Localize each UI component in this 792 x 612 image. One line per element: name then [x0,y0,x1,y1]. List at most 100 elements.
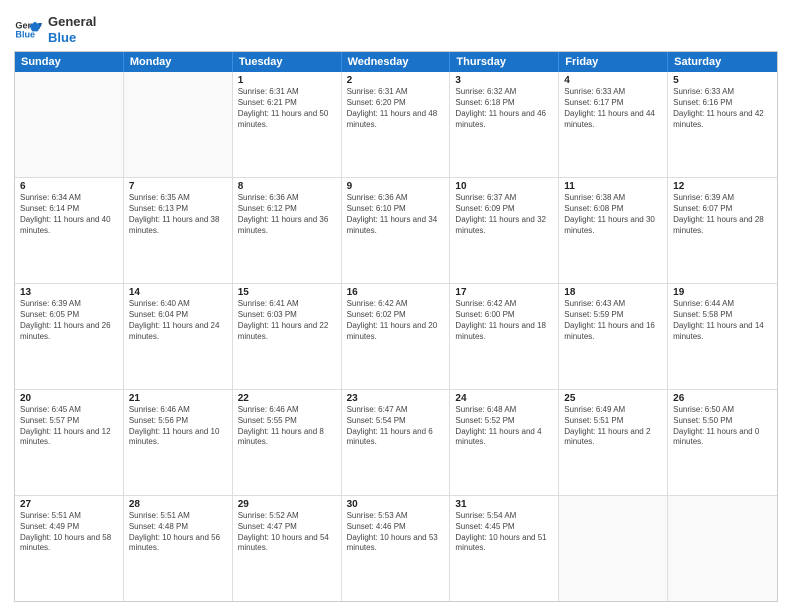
cell-info: Sunrise: 6:42 AM Sunset: 6:00 PM Dayligh… [455,299,553,342]
calendar-cell: 21Sunrise: 6:46 AM Sunset: 5:56 PM Dayli… [124,390,233,495]
cell-info: Sunrise: 5:52 AM Sunset: 4:47 PM Dayligh… [238,511,336,554]
calendar-header: SundayMondayTuesdayWednesdayThursdayFrid… [15,52,777,72]
calendar-cell: 18Sunrise: 6:43 AM Sunset: 5:59 PM Dayli… [559,284,668,389]
calendar-cell: 20Sunrise: 6:45 AM Sunset: 5:57 PM Dayli… [15,390,124,495]
cell-info: Sunrise: 5:51 AM Sunset: 4:48 PM Dayligh… [129,511,227,554]
calendar-cell: 10Sunrise: 6:37 AM Sunset: 6:09 PM Dayli… [450,178,559,283]
cell-info: Sunrise: 6:38 AM Sunset: 6:08 PM Dayligh… [564,193,662,236]
calendar-cell: 23Sunrise: 6:47 AM Sunset: 5:54 PM Dayli… [342,390,451,495]
day-number: 14 [129,287,227,298]
cell-info: Sunrise: 6:39 AM Sunset: 6:05 PM Dayligh… [20,299,118,342]
day-number: 9 [347,181,445,192]
logo-icon: General Blue [14,16,42,44]
day-number: 31 [455,499,553,510]
cell-info: Sunrise: 6:43 AM Sunset: 5:59 PM Dayligh… [564,299,662,342]
calendar-cell: 1Sunrise: 6:31 AM Sunset: 6:21 PM Daylig… [233,72,342,177]
cell-info: Sunrise: 6:36 AM Sunset: 6:12 PM Dayligh… [238,193,336,236]
calendar: SundayMondayTuesdayWednesdayThursdayFrid… [14,51,778,602]
day-number: 16 [347,287,445,298]
calendar-cell: 14Sunrise: 6:40 AM Sunset: 6:04 PM Dayli… [124,284,233,389]
day-number: 3 [455,75,553,86]
calendar-body: 1Sunrise: 6:31 AM Sunset: 6:21 PM Daylig… [15,72,777,601]
day-number: 11 [564,181,662,192]
calendar-cell: 31Sunrise: 5:54 AM Sunset: 4:45 PM Dayli… [450,496,559,601]
calendar-cell: 22Sunrise: 6:46 AM Sunset: 5:55 PM Dayli… [233,390,342,495]
header-day-tuesday: Tuesday [233,52,342,72]
day-number: 29 [238,499,336,510]
day-number: 7 [129,181,227,192]
cell-info: Sunrise: 6:48 AM Sunset: 5:52 PM Dayligh… [455,405,553,448]
cell-info: Sunrise: 6:36 AM Sunset: 6:10 PM Dayligh… [347,193,445,236]
day-number: 20 [20,393,118,404]
cell-info: Sunrise: 6:45 AM Sunset: 5:57 PM Dayligh… [20,405,118,448]
calendar-cell: 17Sunrise: 6:42 AM Sunset: 6:00 PM Dayli… [450,284,559,389]
cell-info: Sunrise: 6:34 AM Sunset: 6:14 PM Dayligh… [20,193,118,236]
day-number: 21 [129,393,227,404]
day-number: 18 [564,287,662,298]
calendar-cell: 27Sunrise: 5:51 AM Sunset: 4:49 PM Dayli… [15,496,124,601]
day-number: 2 [347,75,445,86]
cell-info: Sunrise: 6:50 AM Sunset: 5:50 PM Dayligh… [673,405,772,448]
logo: General Blue General Blue [14,14,96,45]
day-number: 25 [564,393,662,404]
calendar-cell: 13Sunrise: 6:39 AM Sunset: 6:05 PM Dayli… [15,284,124,389]
calendar-cell: 16Sunrise: 6:42 AM Sunset: 6:02 PM Dayli… [342,284,451,389]
header-day-friday: Friday [559,52,668,72]
header-day-monday: Monday [124,52,233,72]
calendar-cell: 4Sunrise: 6:33 AM Sunset: 6:17 PM Daylig… [559,72,668,177]
cell-info: Sunrise: 5:51 AM Sunset: 4:49 PM Dayligh… [20,511,118,554]
calendar-cell: 26Sunrise: 6:50 AM Sunset: 5:50 PM Dayli… [668,390,777,495]
day-number: 10 [455,181,553,192]
cell-info: Sunrise: 6:49 AM Sunset: 5:51 PM Dayligh… [564,405,662,448]
cell-info: Sunrise: 6:39 AM Sunset: 6:07 PM Dayligh… [673,193,772,236]
cell-info: Sunrise: 6:35 AM Sunset: 6:13 PM Dayligh… [129,193,227,236]
day-number: 27 [20,499,118,510]
header-day-sunday: Sunday [15,52,124,72]
calendar-cell: 9Sunrise: 6:36 AM Sunset: 6:10 PM Daylig… [342,178,451,283]
calendar-cell: 24Sunrise: 6:48 AM Sunset: 5:52 PM Dayli… [450,390,559,495]
calendar-cell: 12Sunrise: 6:39 AM Sunset: 6:07 PM Dayli… [668,178,777,283]
day-number: 4 [564,75,662,86]
calendar-cell: 7Sunrise: 6:35 AM Sunset: 6:13 PM Daylig… [124,178,233,283]
page-header: General Blue General Blue [14,10,778,45]
cell-info: Sunrise: 6:31 AM Sunset: 6:21 PM Dayligh… [238,87,336,130]
calendar-cell [15,72,124,177]
day-number: 13 [20,287,118,298]
calendar-row-5: 27Sunrise: 5:51 AM Sunset: 4:49 PM Dayli… [15,496,777,601]
calendar-cell: 29Sunrise: 5:52 AM Sunset: 4:47 PM Dayli… [233,496,342,601]
calendar-row-4: 20Sunrise: 6:45 AM Sunset: 5:57 PM Dayli… [15,390,777,496]
calendar-cell: 3Sunrise: 6:32 AM Sunset: 6:18 PM Daylig… [450,72,559,177]
calendar-cell: 25Sunrise: 6:49 AM Sunset: 5:51 PM Dayli… [559,390,668,495]
day-number: 1 [238,75,336,86]
day-number: 30 [347,499,445,510]
cell-info: Sunrise: 6:46 AM Sunset: 5:55 PM Dayligh… [238,405,336,448]
logo-line1: General [48,14,96,30]
calendar-cell: 8Sunrise: 6:36 AM Sunset: 6:12 PM Daylig… [233,178,342,283]
logo-line2: Blue [48,30,96,46]
calendar-cell: 28Sunrise: 5:51 AM Sunset: 4:48 PM Dayli… [124,496,233,601]
cell-info: Sunrise: 6:41 AM Sunset: 6:03 PM Dayligh… [238,299,336,342]
calendar-cell [124,72,233,177]
calendar-cell: 15Sunrise: 6:41 AM Sunset: 6:03 PM Dayli… [233,284,342,389]
day-number: 12 [673,181,772,192]
day-number: 26 [673,393,772,404]
day-number: 6 [20,181,118,192]
day-number: 19 [673,287,772,298]
calendar-cell: 2Sunrise: 6:31 AM Sunset: 6:20 PM Daylig… [342,72,451,177]
cell-info: Sunrise: 5:54 AM Sunset: 4:45 PM Dayligh… [455,511,553,554]
day-number: 22 [238,393,336,404]
cell-info: Sunrise: 6:44 AM Sunset: 5:58 PM Dayligh… [673,299,772,342]
calendar-cell [559,496,668,601]
day-number: 23 [347,393,445,404]
day-number: 5 [673,75,772,86]
day-number: 15 [238,287,336,298]
calendar-cell [668,496,777,601]
cell-info: Sunrise: 6:33 AM Sunset: 6:16 PM Dayligh… [673,87,772,130]
cell-info: Sunrise: 6:47 AM Sunset: 5:54 PM Dayligh… [347,405,445,448]
calendar-cell: 5Sunrise: 6:33 AM Sunset: 6:16 PM Daylig… [668,72,777,177]
calendar-row-2: 6Sunrise: 6:34 AM Sunset: 6:14 PM Daylig… [15,178,777,284]
day-number: 24 [455,393,553,404]
calendar-cell: 19Sunrise: 6:44 AM Sunset: 5:58 PM Dayli… [668,284,777,389]
header-day-wednesday: Wednesday [342,52,451,72]
cell-info: Sunrise: 6:37 AM Sunset: 6:09 PM Dayligh… [455,193,553,236]
